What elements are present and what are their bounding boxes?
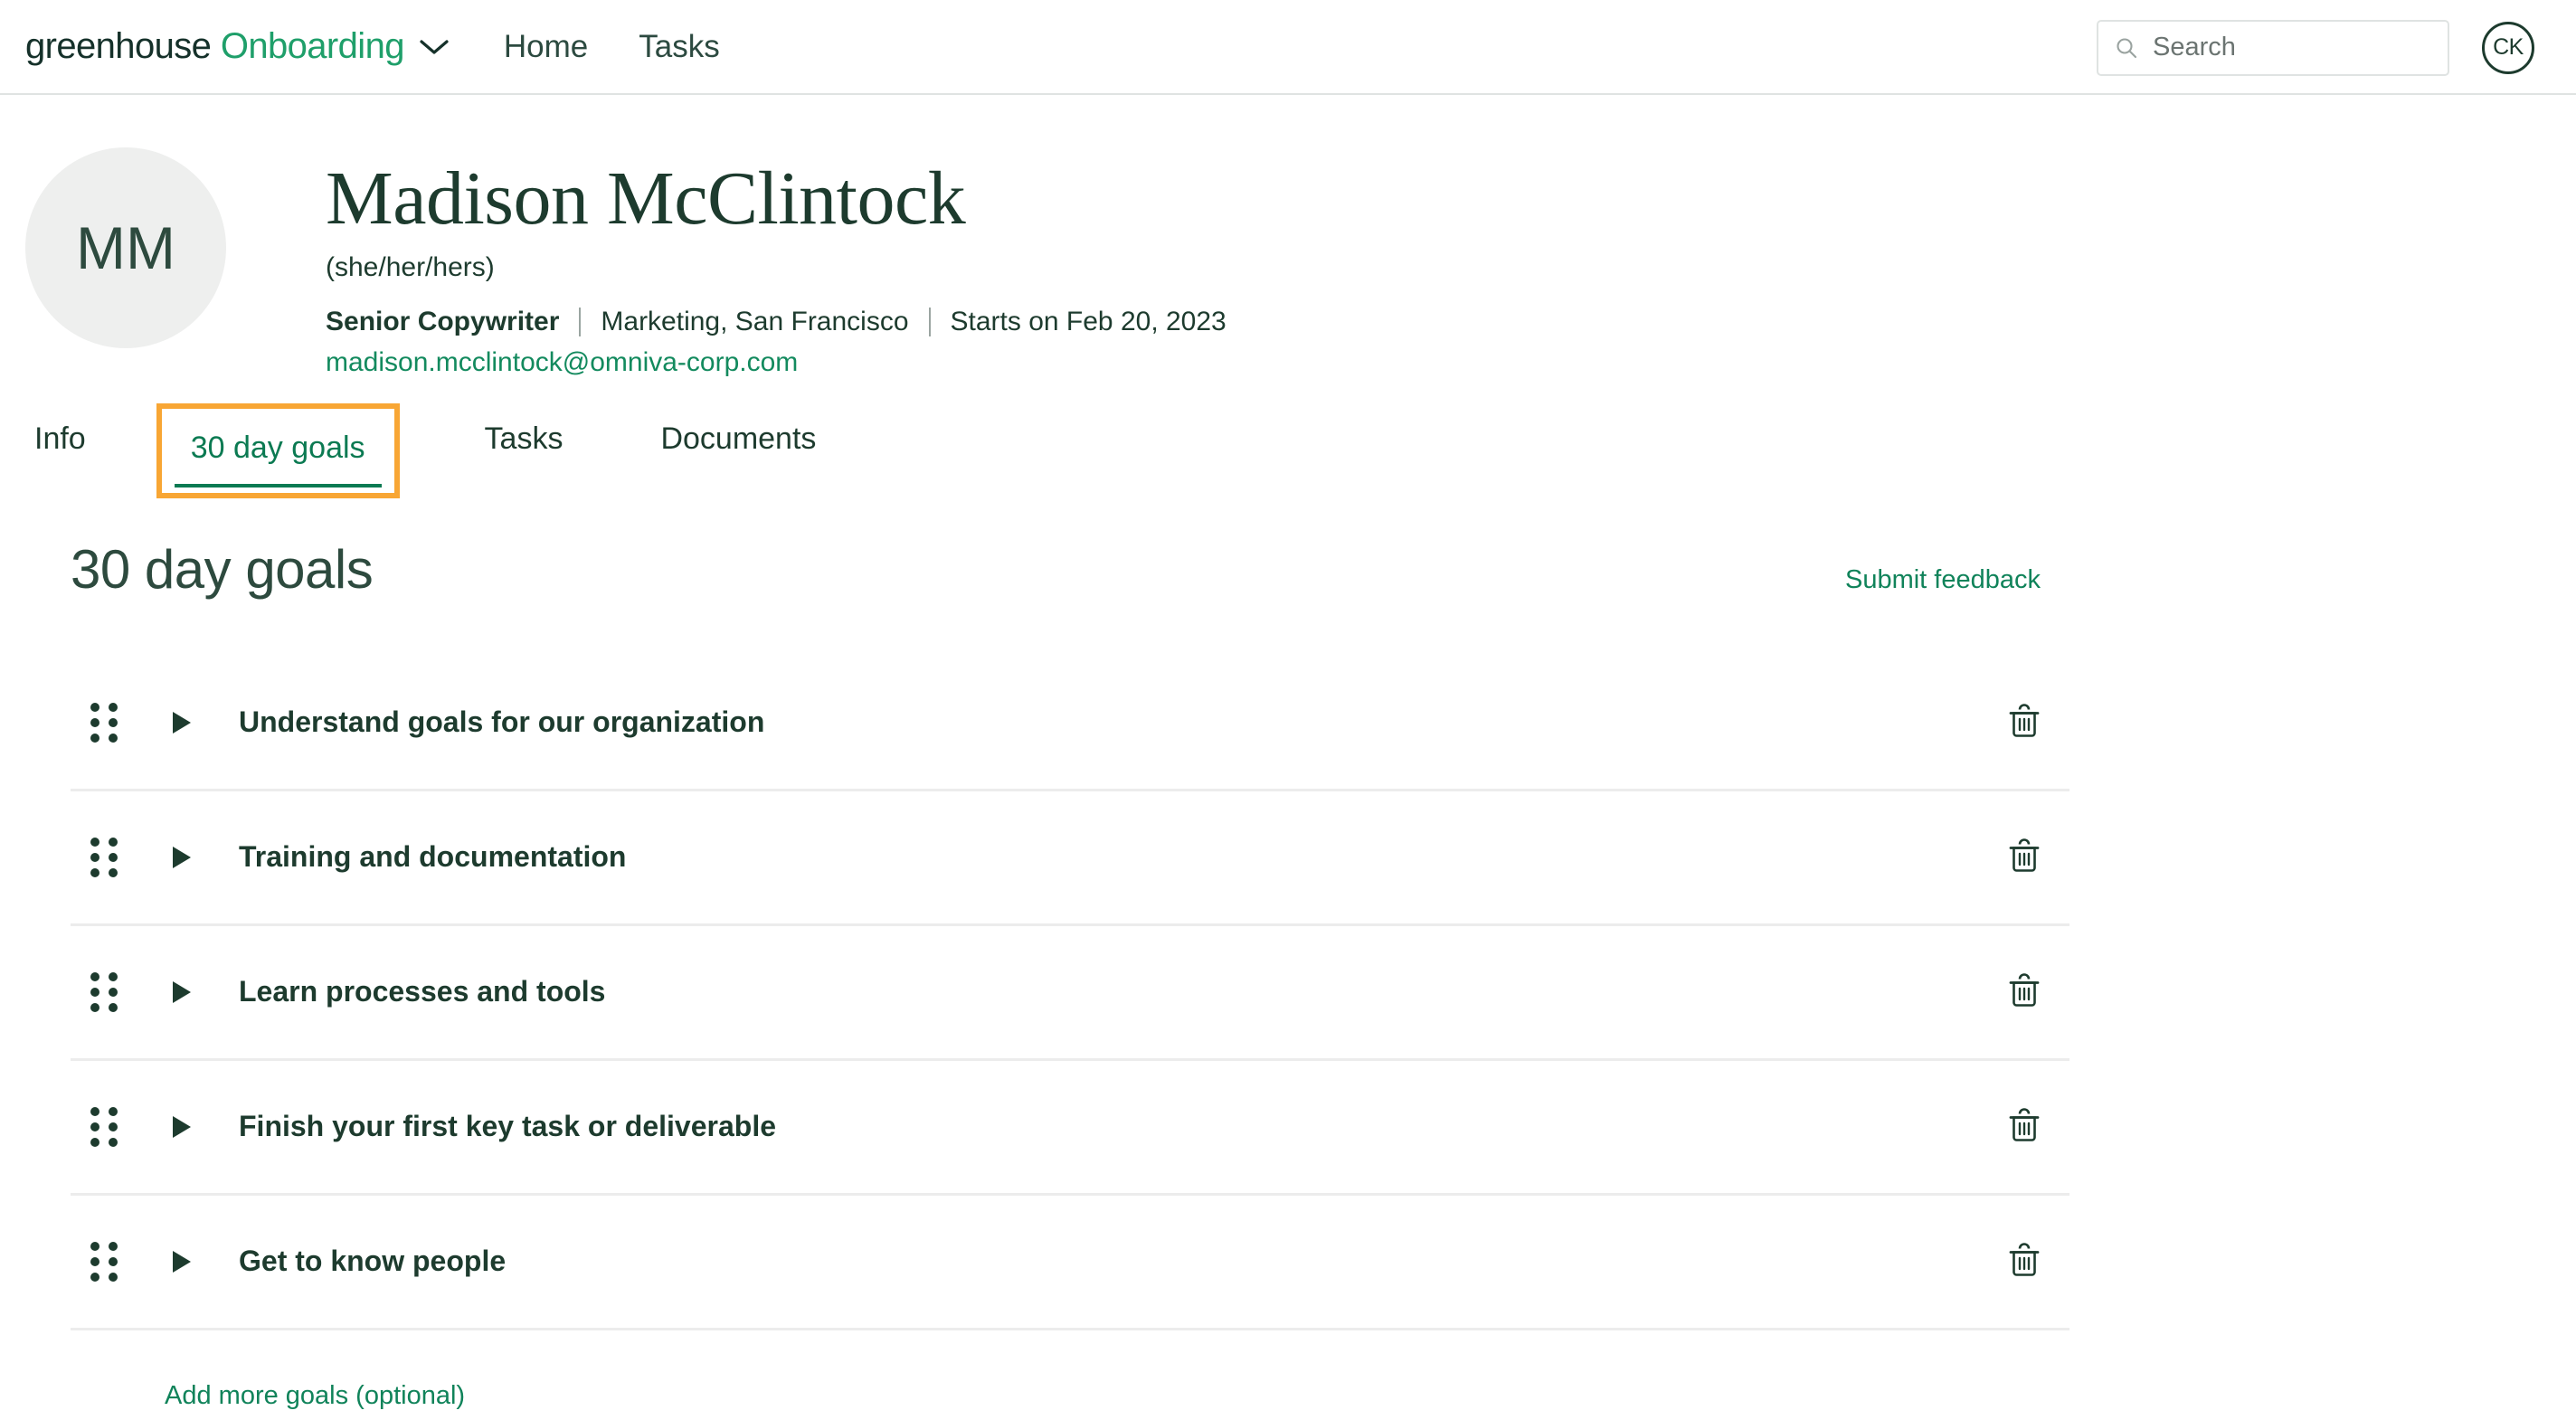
page-title: Madison McClintock (326, 156, 966, 241)
drag-handle-icon[interactable] (90, 971, 127, 1012)
goals-header: 30 day goals Submit feedback (71, 538, 2069, 601)
drag-handle-icon[interactable] (90, 1106, 127, 1147)
profile-role: Senior Copywriter (326, 306, 560, 336)
delete-goal-icon[interactable] (2004, 837, 2044, 878)
delete-goal-icon[interactable] (2004, 971, 2044, 1013)
drag-handle-icon[interactable] (90, 837, 127, 877)
goal-row[interactable]: Training and documentation (71, 791, 2069, 926)
profile-avatar-initials: MM (25, 147, 226, 348)
goals-section-title: 30 day goals (71, 538, 374, 600)
tab-info[interactable]: Info (18, 412, 102, 475)
goal-row[interactable]: Understand goals for our organization (71, 657, 2069, 791)
nav-item-home[interactable]: Home (504, 29, 588, 65)
brand-menu[interactable]: greenhouse Onboarding (25, 26, 450, 67)
submit-feedback-link[interactable]: Submit feedback (1845, 565, 2069, 595)
goal-title: Get to know people (239, 1245, 507, 1278)
goal-row[interactable]: Get to know people (71, 1196, 2069, 1330)
chevron-right-icon[interactable] (170, 979, 194, 1006)
chevron-down-icon[interactable] (419, 38, 450, 56)
chevron-right-icon[interactable] (170, 709, 194, 736)
profile-tabs: Info 30 day goals Tasks Documents (0, 402, 2576, 498)
chevron-right-icon[interactable] (170, 1113, 194, 1141)
profile-email-link[interactable]: madison.mcclintock@omniva-corp.com (326, 347, 798, 378)
tab-highlight-box: 30 day goals (156, 402, 400, 498)
meta-divider (579, 307, 582, 336)
chevron-right-icon[interactable] (170, 1248, 194, 1275)
tab-30-day-goals[interactable]: 30 day goals (174, 421, 382, 488)
add-more-goals-link[interactable]: Add more goals (optional) (165, 1381, 465, 1411)
tab-documents[interactable]: Documents (644, 412, 832, 475)
goal-title: Training and documentation (239, 840, 627, 874)
top-navigation-bar: greenhouse Onboarding Home Tasks CK (0, 0, 2576, 95)
profile-department-location: Marketing, San Francisco (601, 306, 909, 336)
meta-divider (928, 307, 931, 336)
drag-handle-icon[interactable] (90, 702, 127, 743)
chevron-right-icon[interactable] (170, 844, 194, 871)
main-nav: Home Tasks (504, 29, 720, 65)
search-box[interactable] (2097, 19, 2449, 76)
profile-info: Madison McClintock (she/her/hers) Senior… (326, 147, 1226, 378)
goal-title: Understand goals for our organization (239, 705, 765, 739)
tab-tasks[interactable]: Tasks (469, 412, 580, 475)
delete-goal-icon[interactable] (2004, 1106, 2044, 1148)
delete-goal-icon[interactable] (2004, 1241, 2044, 1283)
brand-name-primary: greenhouse (25, 26, 212, 66)
brand-logo: greenhouse Onboarding (25, 26, 404, 67)
topbar-right-group: CK (2097, 0, 2534, 95)
nav-item-tasks[interactable]: Tasks (639, 29, 719, 65)
profile-header: MM Madison McClintock (she/her/hers) Sen… (0, 95, 2576, 378)
delete-goal-icon[interactable] (2004, 702, 2044, 743)
profile-start-date: Starts on Feb 20, 2023 (950, 306, 1226, 336)
search-icon (2115, 36, 2138, 60)
goal-row[interactable]: Learn processes and tools (71, 926, 2069, 1061)
search-input[interactable] (2153, 33, 2431, 62)
drag-handle-icon[interactable] (90, 1241, 127, 1282)
goal-title: Finish your first key task or deliverabl… (239, 1110, 776, 1143)
brand-name-secondary: Onboarding (220, 26, 405, 66)
goal-row[interactable]: Finish your first key task or deliverabl… (71, 1061, 2069, 1196)
profile-pronouns: (she/her/hers) (326, 251, 495, 282)
goals-list: Understand goals for our organization Tr… (71, 657, 2069, 1330)
goal-title: Learn processes and tools (239, 975, 606, 1008)
user-avatar[interactable]: CK (2482, 21, 2534, 74)
goals-section: 30 day goals Submit feedback Understand … (0, 498, 2069, 1411)
profile-meta: Senior Copywriter Marketing, San Francis… (326, 307, 1226, 337)
